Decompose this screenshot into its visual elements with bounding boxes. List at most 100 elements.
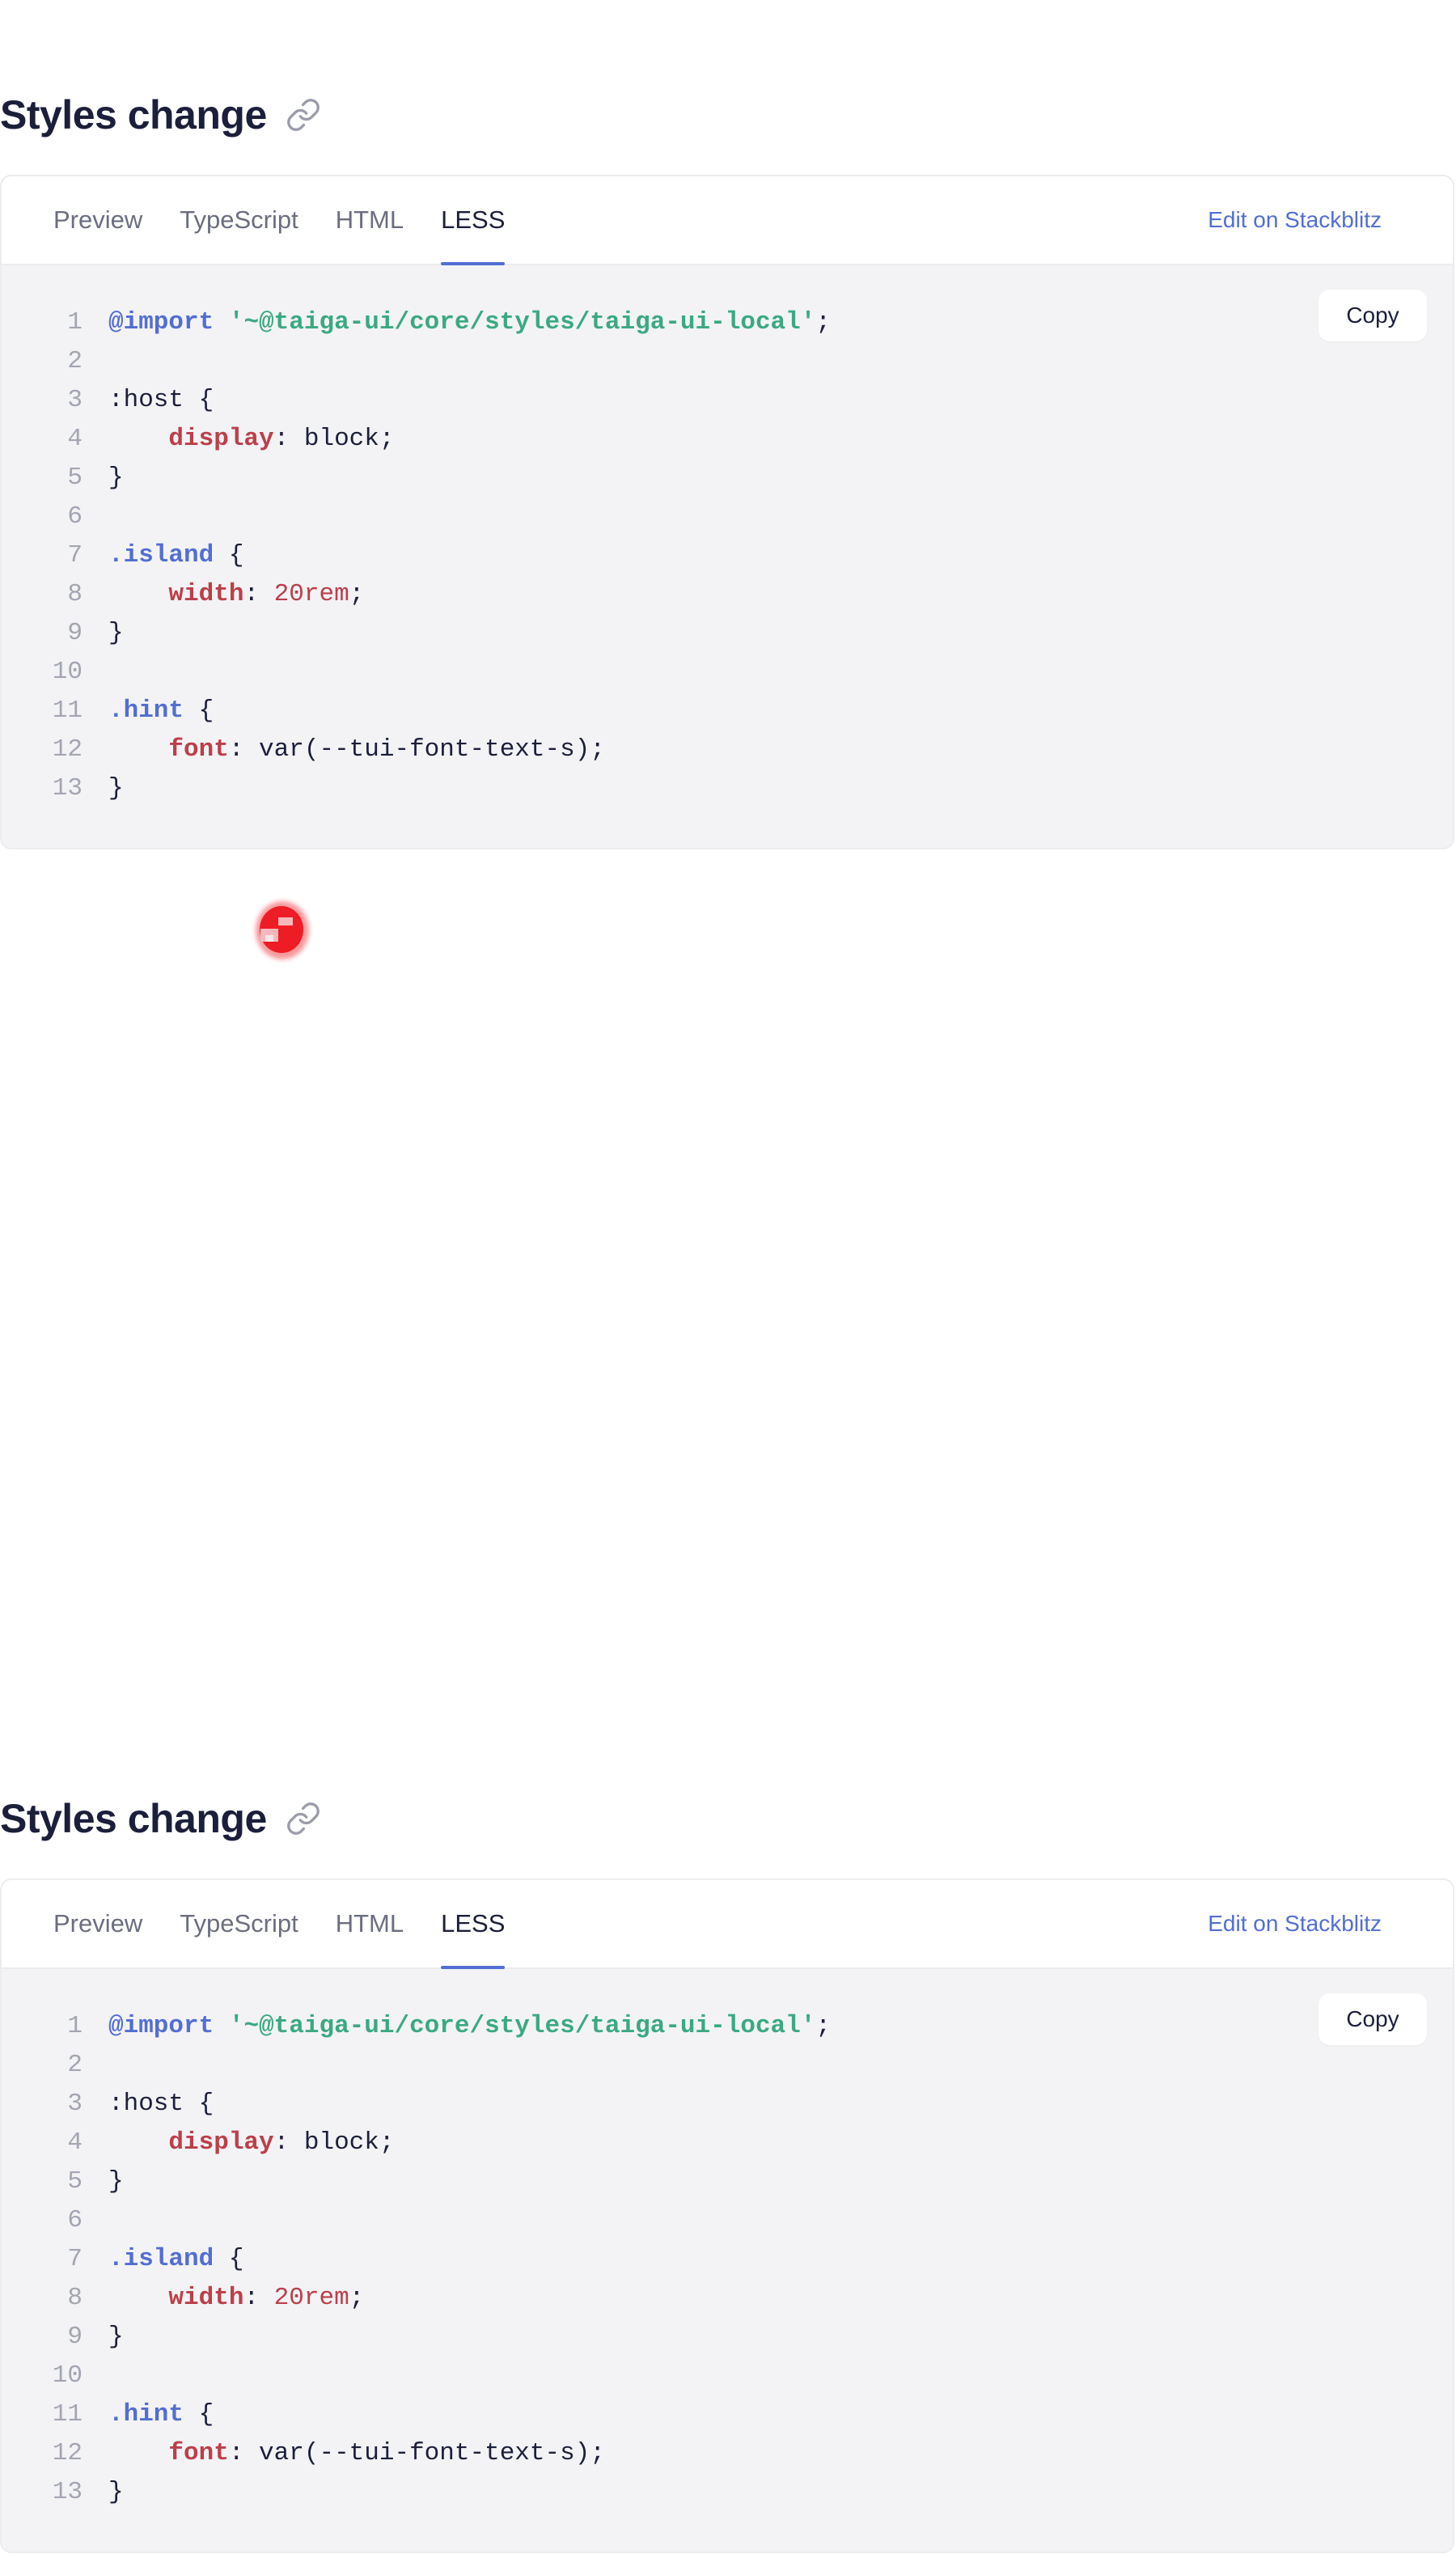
code-token: ; xyxy=(349,2283,365,2312)
code-token: font xyxy=(168,2438,229,2467)
code-line: 3:host { xyxy=(2,2084,1453,2123)
code-token: : block; xyxy=(273,424,395,453)
code-line: 5} xyxy=(2,2162,1453,2200)
code-token: '~@taiga-ui/core/styles/taiga-ui-local' xyxy=(228,307,816,337)
line-number: 4 xyxy=(67,2128,83,2157)
code-line: 8 width: 20rem; xyxy=(2,574,1453,613)
code-text: } xyxy=(83,2167,124,2196)
section-title: Styles change xyxy=(0,92,267,138)
example-tabs: Preview TypeScript HTML LESS xyxy=(53,176,1208,265)
code-token: } xyxy=(108,463,124,492)
code-token: { xyxy=(184,696,214,725)
line-number: 2 xyxy=(67,346,83,375)
edit-on-stackblitz-link[interactable]: Edit on Stackblitz xyxy=(1208,1880,1382,1967)
code-line: 11 .hint { xyxy=(2,691,1453,730)
section-title: Styles change xyxy=(0,1796,267,1841)
code-viewer: Copy 1 @import '~@taiga-ui/core/styles/ta… xyxy=(2,1969,1453,2552)
line-number: 12 xyxy=(52,2438,83,2467)
copy-button[interactable]: Copy xyxy=(1318,1993,1427,2045)
code-token: display xyxy=(168,424,274,453)
code-text: } xyxy=(83,2478,124,2506)
code-token: { xyxy=(184,2399,214,2429)
code-token: 20rem xyxy=(273,579,349,608)
code-token: ; xyxy=(349,579,365,608)
line-number: 8 xyxy=(67,579,83,608)
tab-html[interactable]: HTML xyxy=(336,176,404,264)
line-number: 1 xyxy=(67,2011,83,2040)
line-number: 9 xyxy=(67,2322,83,2351)
edit-on-stackblitz-link[interactable]: Edit on Stackblitz xyxy=(1208,176,1382,264)
code-token: width xyxy=(168,2283,244,2312)
code-line: 13} xyxy=(2,769,1453,807)
line-number: 1 xyxy=(67,307,83,337)
code-token: } xyxy=(108,618,124,647)
link-icon[interactable] xyxy=(285,1800,322,1837)
code-token: } xyxy=(108,2477,124,2506)
code-token: @import xyxy=(108,2011,214,2040)
tab-preview[interactable]: Preview xyxy=(53,176,142,264)
line-number: 5 xyxy=(67,2166,83,2196)
code-token: '~@taiga-ui/core/styles/taiga-ui-local' xyxy=(228,2011,816,2040)
line-number: 13 xyxy=(52,773,83,803)
code-viewer: Copy 1 @import '~@taiga-ui/core/styles/ta… xyxy=(2,265,1453,848)
code-line: 3:host { xyxy=(2,380,1453,419)
link-icon[interactable] xyxy=(285,96,322,133)
code-token: .hint xyxy=(108,2399,184,2429)
code-line: 9} xyxy=(2,613,1453,652)
example-tabs: Preview TypeScript HTML LESS xyxy=(53,1880,1208,1969)
code-text: } xyxy=(83,2323,124,2351)
code-text: @import '~@taiga-ui/core/styles/taiga-ui… xyxy=(83,2012,831,2040)
code-token: .island xyxy=(108,2244,214,2273)
code-text: :host { xyxy=(83,2090,214,2118)
line-number: 12 xyxy=(52,735,83,764)
code-text: :host { xyxy=(83,386,214,414)
example-tabbar: Preview TypeScript HTML LESS Edit on Sta… xyxy=(2,176,1453,265)
copy-button[interactable]: Copy xyxy=(1318,290,1427,341)
code-token: ; xyxy=(815,2011,831,2040)
red-cursor-indicator xyxy=(249,895,314,963)
tab-html[interactable]: HTML xyxy=(336,1880,404,1967)
line-number: 4 xyxy=(67,424,83,453)
code-line: 9} xyxy=(2,2317,1453,2356)
code-text: .hint { xyxy=(83,697,214,725)
line-number: 10 xyxy=(52,657,83,686)
code-line: 7 .island { xyxy=(2,536,1453,574)
code-text: font: var(--tui-font-text-s); xyxy=(83,2439,605,2467)
code-text: } xyxy=(83,774,124,803)
code-lines: 1 @import '~@taiga-ui/core/styles/taiga-u… xyxy=(2,303,1453,807)
line-number: 9 xyxy=(67,618,83,647)
code-line: 7 .island { xyxy=(2,2239,1453,2278)
line-number: 5 xyxy=(67,463,83,492)
code-line: 2 xyxy=(2,2045,1453,2084)
code-token: : var(--tui-font-text-s); xyxy=(228,735,605,764)
code-token: } xyxy=(108,2322,124,2351)
tab-less[interactable]: LESS xyxy=(441,176,506,265)
tab-typescript[interactable]: TypeScript xyxy=(180,1880,298,1967)
tab-less[interactable]: LESS xyxy=(441,1880,506,1969)
code-line: 6 xyxy=(2,497,1453,536)
line-number: 6 xyxy=(67,502,83,531)
line-number: 2 xyxy=(67,2050,83,2079)
code-text: .island { xyxy=(83,2245,243,2273)
code-token: :host { xyxy=(108,385,214,414)
tab-typescript[interactable]: TypeScript xyxy=(180,176,298,264)
code-line: 4 display: block; xyxy=(2,419,1453,458)
code-token: .island xyxy=(108,540,214,570)
code-line: 6 xyxy=(2,2200,1453,2239)
line-number: 11 xyxy=(52,2399,83,2429)
code-text: } xyxy=(83,619,124,647)
tab-preview[interactable]: Preview xyxy=(53,1880,142,1967)
code-token: .hint xyxy=(108,696,184,725)
example-card: Preview TypeScript HTML LESS Edit on Sta… xyxy=(0,1878,1454,2553)
code-text: @import '~@taiga-ui/core/styles/taiga-ui… xyxy=(83,308,831,337)
code-line: 8 width: 20rem; xyxy=(2,2278,1453,2317)
code-token: : var(--tui-font-text-s); xyxy=(228,2438,605,2467)
line-number: 7 xyxy=(67,540,83,570)
code-token: 20rem xyxy=(273,2283,349,2312)
code-line: 13} xyxy=(2,2472,1453,2511)
code-token: { xyxy=(214,540,244,570)
